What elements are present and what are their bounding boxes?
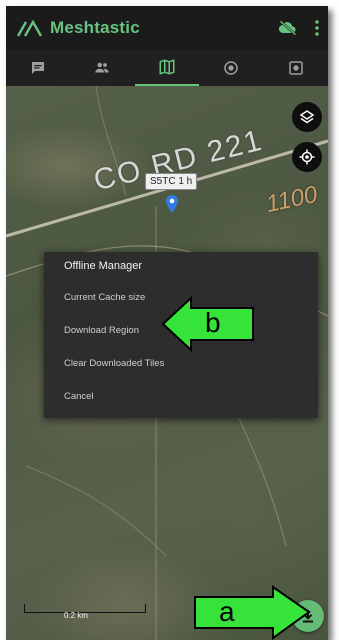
menu-item-clear-downloaded-tiles[interactable]: Clear Downloaded Tiles <box>64 358 164 369</box>
app-title: Meshtastic <box>50 18 140 37</box>
settings-icon <box>289 61 303 75</box>
menu-item-cancel[interactable]: Cancel <box>64 391 94 402</box>
location-pin-icon[interactable] <box>165 195 179 213</box>
cloud-off-icon[interactable] <box>278 18 298 38</box>
my-location-button[interactable] <box>292 142 322 172</box>
layers-button[interactable] <box>292 102 322 132</box>
annotation-label-a: a <box>219 596 235 627</box>
tab-users[interactable] <box>70 50 134 86</box>
meshtastic-logo-icon <box>16 19 43 37</box>
menu-item-download-region[interactable]: Download Region <box>64 325 139 336</box>
tab-messages[interactable] <box>6 50 70 86</box>
menu-item-current-cache-size[interactable]: Current Cache size <box>64 292 145 303</box>
scale-label: 0.2 km <box>64 611 89 620</box>
my-location-icon <box>299 149 315 165</box>
layers-icon <box>299 110 315 124</box>
annotation-label-b: b <box>205 307 221 338</box>
app-bar: Meshtastic <box>6 6 328 50</box>
tab-channel[interactable] <box>199 50 263 86</box>
annotation-arrow-b: b <box>161 296 255 352</box>
tab-bar <box>6 50 328 86</box>
annotation-arrow-a: a <box>193 585 311 640</box>
tab-map[interactable] <box>135 50 199 86</box>
chat-icon <box>32 62 44 74</box>
tab-settings[interactable] <box>264 50 328 86</box>
node-label[interactable]: S5TC 1 h <box>145 173 198 190</box>
dialog-title: Offline Manager <box>64 260 143 272</box>
radio-icon <box>224 61 238 75</box>
more-vert-icon[interactable] <box>312 18 322 38</box>
arrow-right-icon <box>194 585 311 640</box>
map-icon <box>159 59 175 75</box>
people-icon <box>95 62 109 73</box>
